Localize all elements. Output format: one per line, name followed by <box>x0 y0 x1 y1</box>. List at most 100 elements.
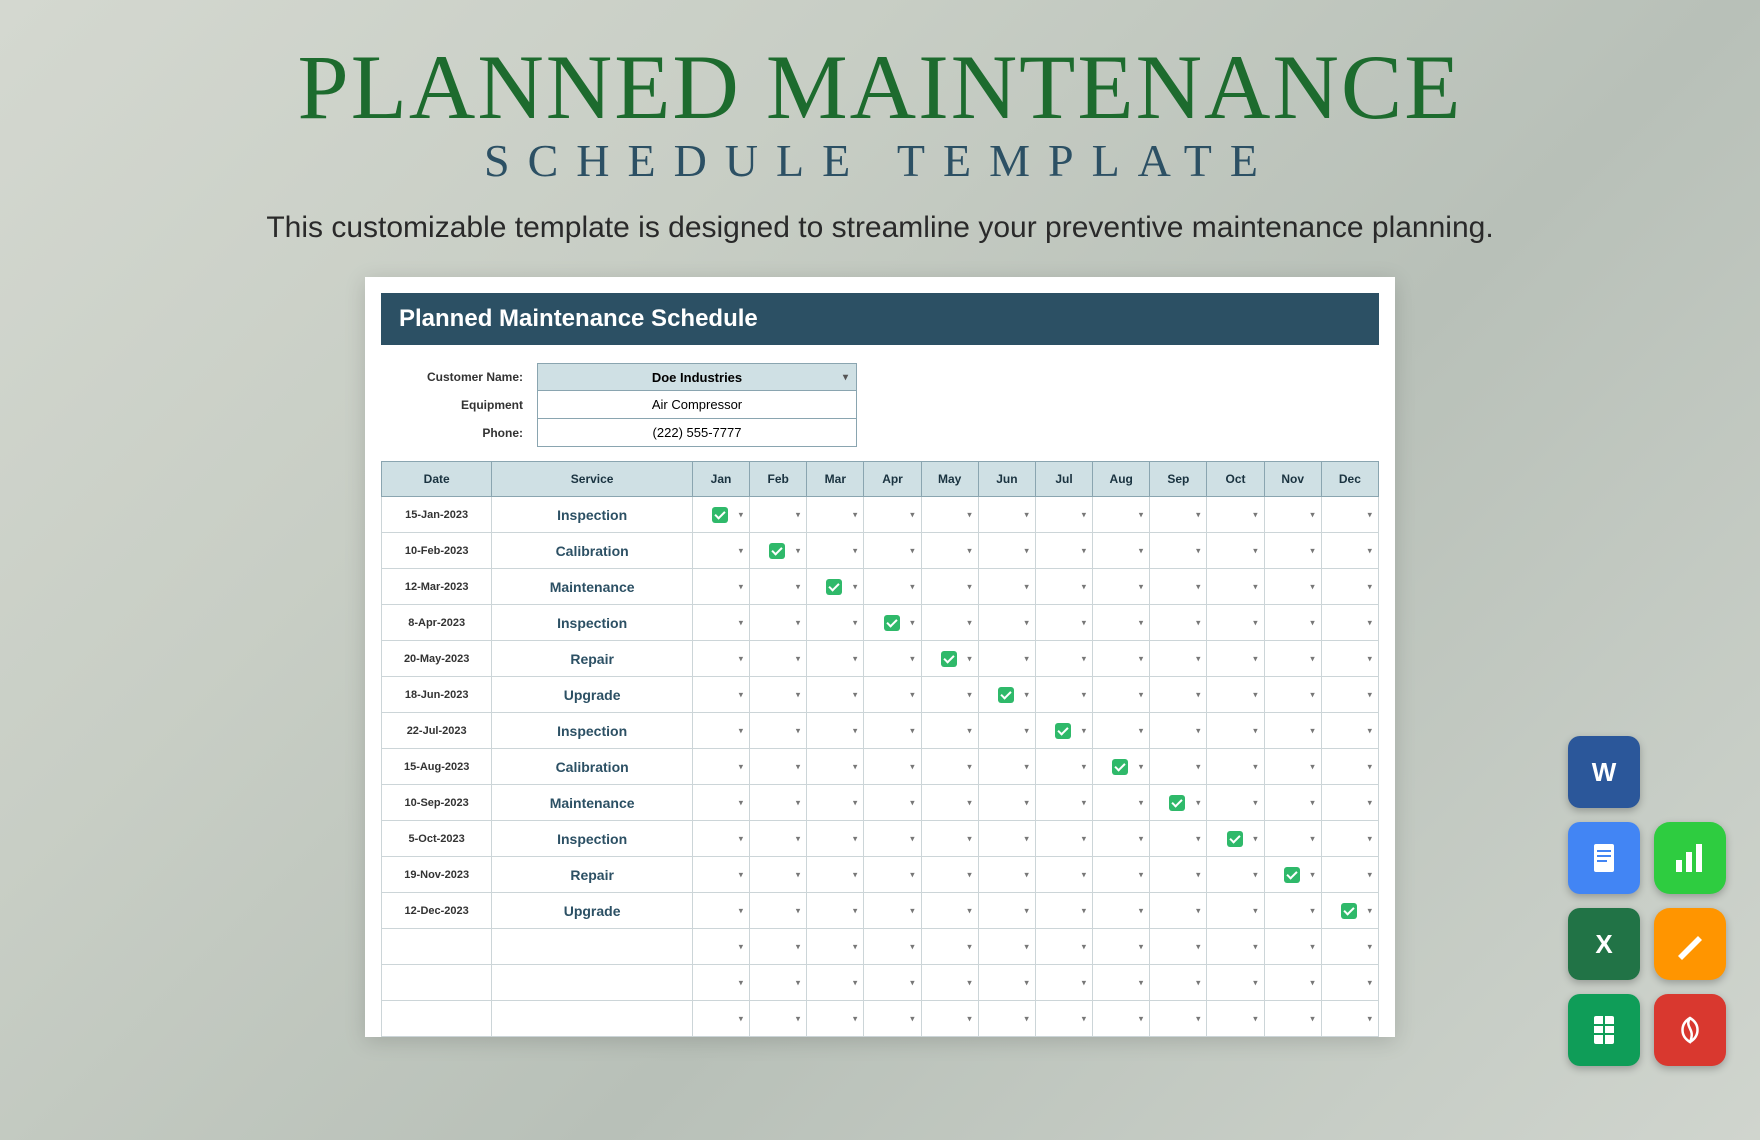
month-cell[interactable]: ▾ <box>1207 965 1264 1001</box>
month-cell[interactable]: ▾ <box>1150 821 1207 857</box>
month-cell[interactable]: ▾ <box>978 677 1035 713</box>
month-cell[interactable]: ▾ <box>1207 749 1264 785</box>
month-cell[interactable]: ▾ <box>978 641 1035 677</box>
month-cell[interactable]: ▾ <box>1150 785 1207 821</box>
month-cell[interactable]: ▾ <box>750 965 807 1001</box>
month-cell[interactable]: ▾ <box>1264 569 1321 605</box>
month-cell[interactable]: ▾ <box>750 677 807 713</box>
month-cell[interactable]: ▾ <box>921 569 978 605</box>
month-cell[interactable]: ▾ <box>1321 821 1378 857</box>
month-cell[interactable]: ▾ <box>1321 533 1378 569</box>
month-cell[interactable]: ▾ <box>1321 641 1378 677</box>
month-cell[interactable]: ▾ <box>692 929 749 965</box>
month-cell[interactable]: ▾ <box>1150 677 1207 713</box>
month-cell[interactable]: ▾ <box>807 929 864 965</box>
month-cell[interactable]: ▾ <box>1093 677 1150 713</box>
month-cell[interactable]: ▾ <box>1150 857 1207 893</box>
month-cell[interactable]: ▾ <box>1093 965 1150 1001</box>
month-cell[interactable]: ▾ <box>1264 605 1321 641</box>
month-cell[interactable]: ▾ <box>807 569 864 605</box>
month-cell[interactable]: ▾ <box>978 533 1035 569</box>
month-cell[interactable]: ▾ <box>1093 497 1150 533</box>
month-cell[interactable]: ▾ <box>1035 713 1092 749</box>
month-cell[interactable]: ▾ <box>1207 1001 1264 1037</box>
month-cell[interactable]: ▾ <box>1035 749 1092 785</box>
customer-name-select[interactable]: Doe Industries ▾ <box>537 363 857 391</box>
month-cell[interactable]: ▾ <box>692 497 749 533</box>
month-cell[interactable]: ▾ <box>750 713 807 749</box>
month-cell[interactable]: ▾ <box>692 1001 749 1037</box>
month-cell[interactable]: ▾ <box>807 749 864 785</box>
month-cell[interactable]: ▾ <box>750 641 807 677</box>
month-cell[interactable]: ▾ <box>1150 533 1207 569</box>
month-cell[interactable]: ▾ <box>1150 1001 1207 1037</box>
month-cell[interactable]: ▾ <box>692 533 749 569</box>
month-cell[interactable]: ▾ <box>978 929 1035 965</box>
month-cell[interactable]: ▾ <box>692 605 749 641</box>
google-sheets-icon[interactable] <box>1568 994 1640 1066</box>
month-cell[interactable]: ▾ <box>921 821 978 857</box>
month-cell[interactable]: ▾ <box>807 533 864 569</box>
month-cell[interactable]: ▾ <box>750 605 807 641</box>
month-cell[interactable]: ▾ <box>864 965 921 1001</box>
month-cell[interactable]: ▾ <box>1207 713 1264 749</box>
month-cell[interactable]: ▾ <box>864 533 921 569</box>
month-cell[interactable]: ▾ <box>1150 569 1207 605</box>
month-cell[interactable]: ▾ <box>1035 641 1092 677</box>
month-cell[interactable]: ▾ <box>978 1001 1035 1037</box>
month-cell[interactable]: ▾ <box>1264 785 1321 821</box>
month-cell[interactable]: ▾ <box>1264 893 1321 929</box>
month-cell[interactable]: ▾ <box>692 785 749 821</box>
month-cell[interactable]: ▾ <box>807 605 864 641</box>
month-cell[interactable]: ▾ <box>692 641 749 677</box>
month-cell[interactable]: ▾ <box>750 857 807 893</box>
month-cell[interactable]: ▾ <box>692 749 749 785</box>
month-cell[interactable]: ▾ <box>978 821 1035 857</box>
month-cell[interactable]: ▾ <box>1207 785 1264 821</box>
month-cell[interactable]: ▾ <box>1035 605 1092 641</box>
month-cell[interactable]: ▾ <box>1035 929 1092 965</box>
month-cell[interactable]: ▾ <box>1035 1001 1092 1037</box>
month-cell[interactable]: ▾ <box>978 605 1035 641</box>
month-cell[interactable]: ▾ <box>750 569 807 605</box>
month-cell[interactable]: ▾ <box>692 821 749 857</box>
month-cell[interactable]: ▾ <box>1321 1001 1378 1037</box>
month-cell[interactable]: ▾ <box>921 749 978 785</box>
month-cell[interactable]: ▾ <box>921 605 978 641</box>
month-cell[interactable]: ▾ <box>1207 641 1264 677</box>
month-cell[interactable]: ▾ <box>1093 893 1150 929</box>
month-cell[interactable]: ▾ <box>807 641 864 677</box>
month-cell[interactable]: ▾ <box>864 893 921 929</box>
month-cell[interactable]: ▾ <box>978 497 1035 533</box>
month-cell[interactable]: ▾ <box>978 713 1035 749</box>
month-cell[interactable]: ▾ <box>1035 677 1092 713</box>
month-cell[interactable]: ▾ <box>1035 893 1092 929</box>
month-cell[interactable]: ▾ <box>978 965 1035 1001</box>
month-cell[interactable]: ▾ <box>1035 857 1092 893</box>
month-cell[interactable]: ▾ <box>1207 821 1264 857</box>
month-cell[interactable]: ▾ <box>1321 497 1378 533</box>
month-cell[interactable]: ▾ <box>1093 929 1150 965</box>
month-cell[interactable]: ▾ <box>1207 533 1264 569</box>
excel-icon[interactable]: X <box>1568 908 1640 980</box>
month-cell[interactable]: ▾ <box>1321 569 1378 605</box>
month-cell[interactable]: ▾ <box>921 533 978 569</box>
month-cell[interactable]: ▾ <box>864 677 921 713</box>
month-cell[interactable]: ▾ <box>807 1001 864 1037</box>
month-cell[interactable]: ▾ <box>1264 533 1321 569</box>
month-cell[interactable]: ▾ <box>1150 965 1207 1001</box>
month-cell[interactable]: ▾ <box>692 677 749 713</box>
month-cell[interactable]: ▾ <box>1150 929 1207 965</box>
month-cell[interactable]: ▾ <box>1264 641 1321 677</box>
month-cell[interactable]: ▾ <box>921 929 978 965</box>
month-cell[interactable]: ▾ <box>750 821 807 857</box>
month-cell[interactable]: ▾ <box>1207 605 1264 641</box>
month-cell[interactable]: ▾ <box>921 1001 978 1037</box>
month-cell[interactable]: ▾ <box>1207 857 1264 893</box>
month-cell[interactable]: ▾ <box>1093 569 1150 605</box>
month-cell[interactable]: ▾ <box>1207 677 1264 713</box>
month-cell[interactable]: ▾ <box>1207 497 1264 533</box>
month-cell[interactable]: ▾ <box>1264 821 1321 857</box>
month-cell[interactable]: ▾ <box>1035 821 1092 857</box>
month-cell[interactable]: ▾ <box>1321 857 1378 893</box>
